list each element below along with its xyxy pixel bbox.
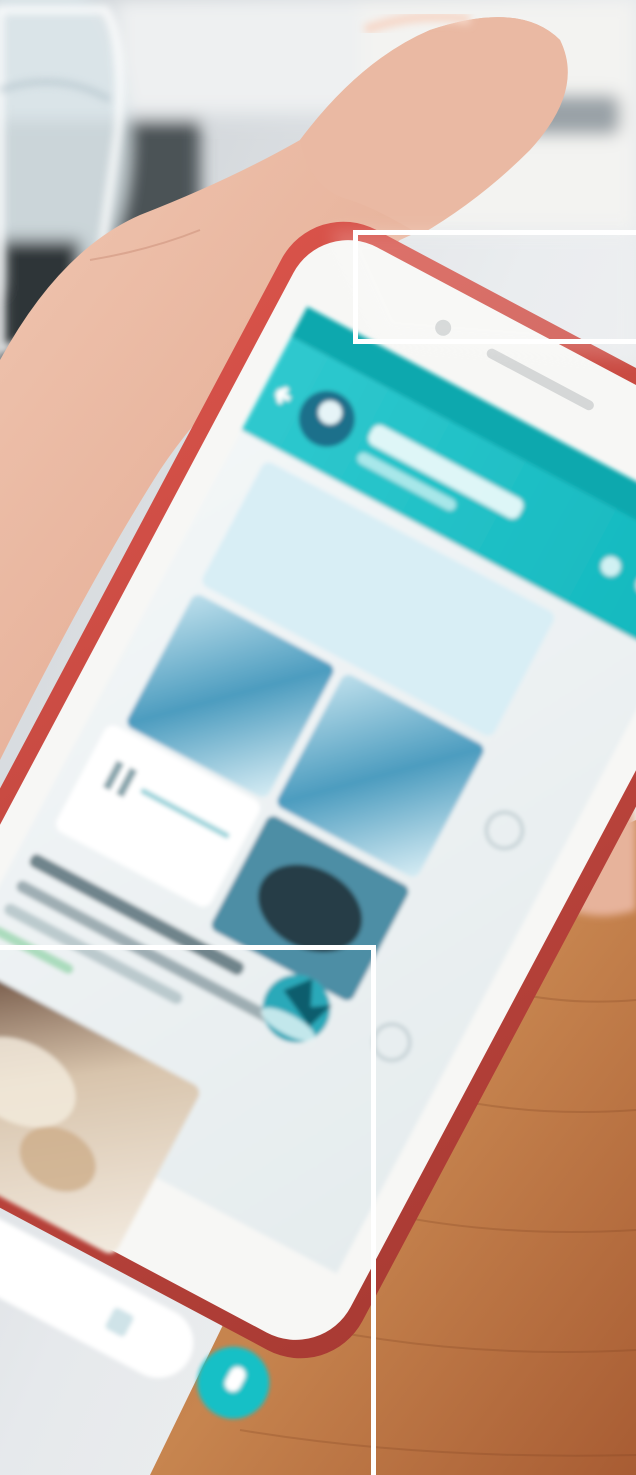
- photo-canvas: [0, 0, 636, 1475]
- photo-scene: [0, 0, 636, 1475]
